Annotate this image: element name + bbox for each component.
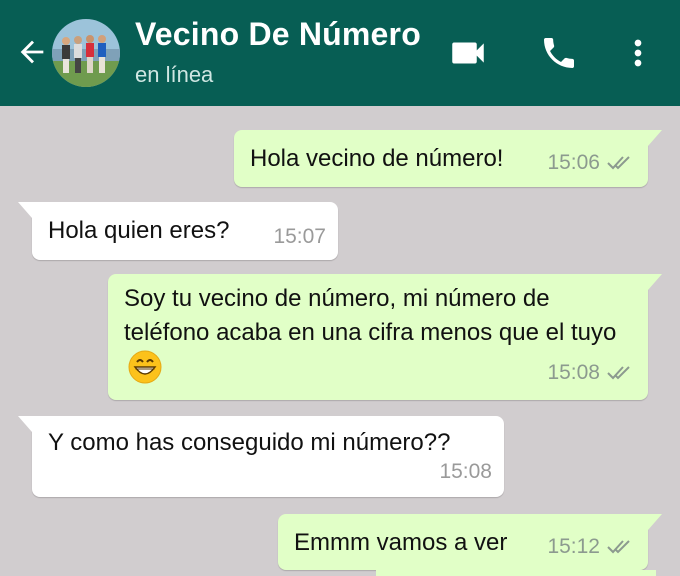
double-check-icon: [606, 154, 634, 172]
more-options-button[interactable]: [614, 29, 662, 77]
video-call-button[interactable]: [444, 29, 492, 77]
message-meta: 15:08: [439, 455, 492, 489]
phone-icon: [544, 38, 574, 68]
message-time: 15:06: [547, 151, 600, 174]
chat-messages[interactable]: Hola vecino de número! 15:06 Hola quien …: [0, 106, 680, 576]
message-outgoing[interactable]: Emmm vamos a ver 15:12: [278, 514, 662, 570]
message-incoming[interactable]: Y como has conseguido mi número?? 15:08: [18, 416, 504, 497]
message-outgoing[interactable]: Hola vecino de número! 15:06: [234, 130, 662, 187]
message-time: 15:07: [273, 225, 326, 248]
message-text: Emmm vamos a ver: [294, 529, 508, 556]
grinning-face-emoji: [128, 350, 162, 384]
message-time: 15:08: [547, 361, 600, 384]
message-time: 15:08: [439, 460, 492, 483]
double-check-icon: [606, 364, 634, 382]
more-vert-icon: [634, 39, 642, 67]
message-text: Hola quien eres?: [48, 217, 230, 244]
contact-name[interactable]: Vecino De Número: [135, 16, 421, 53]
avatar-photo: [52, 19, 120, 87]
message-outgoing[interactable]: Soy tu vecino de número, mi número de te…: [108, 274, 662, 400]
message-time: 15:12: [547, 535, 600, 558]
message-meta: 15:06: [547, 146, 634, 180]
chat-header: Vecino De Número en línea: [0, 0, 680, 106]
back-button[interactable]: [8, 28, 56, 76]
video-call-icon: [452, 42, 484, 64]
contact-avatar[interactable]: [52, 19, 120, 87]
message-incoming[interactable]: Hola quien eres? 15:07: [18, 202, 338, 260]
message-meta: 15:08: [547, 356, 634, 390]
message-outgoing-partial: [376, 570, 656, 576]
back-arrow-icon: [20, 40, 44, 64]
message-text: Y como has conseguido mi número??: [48, 429, 451, 456]
message-text: Soy tu vecino de número, mi número de te…: [124, 285, 617, 346]
message-text: Hola vecino de número!: [250, 145, 504, 172]
voice-call-button[interactable]: [535, 29, 583, 77]
double-check-icon: [606, 538, 634, 556]
message-meta: 15:12: [547, 530, 634, 564]
message-meta: 15:07: [273, 220, 326, 254]
contact-status: en línea: [135, 62, 214, 87]
